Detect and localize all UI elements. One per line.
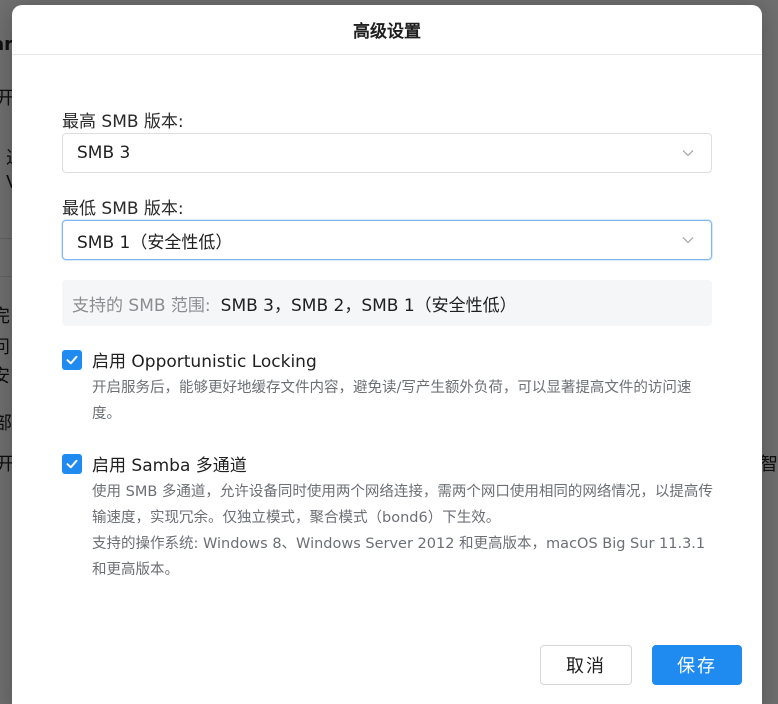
cancel-button[interactable]: 取消 (540, 645, 632, 685)
max-smb-version-label: 最高 SMB 版本: (62, 112, 184, 132)
min-smb-version-value: SMB 1（安全性低） (77, 232, 233, 253)
description-text: 使用 SMB 多通道，允许设备同时使用两个网络连接，需两个网口使用相同的网络情况… (92, 484, 713, 526)
max-smb-version-value: SMB 3 (77, 143, 131, 163)
chevron-down-icon (682, 150, 694, 157)
min-smb-version-select[interactable]: SMB 1（安全性低） (62, 220, 712, 260)
advanced-settings-dialog: 高级设置 最高 SMB 版本: SMB 3 最低 SMB 版本: SMB 1（安… (12, 5, 762, 704)
description-text: 支持的操作系统: Windows 8、Windows Server 2012 和… (92, 536, 706, 578)
max-smb-version-select[interactable]: SMB 3 (62, 133, 712, 173)
samba-multichannel-checkbox[interactable] (62, 453, 82, 474)
smb-range-label: 支持的 SMB 范围: (72, 295, 211, 316)
oplocks-description: 开启服务后，能够更好地缓存文件内容，避免读/写产生额外负荷，可以显著提高文件的访… (92, 375, 717, 427)
description-text: 开启服务后，能够更好地缓存文件内容，避免读/写产生额外负荷，可以显著提高文件的访… (92, 380, 692, 422)
min-smb-version-label: 最低 SMB 版本: (62, 199, 184, 219)
oplocks-label: 启用 Opportunistic Locking (92, 352, 317, 372)
smb-range-info: 支持的 SMB 范围: SMB 3，SMB 2，SMB 1（安全性低） (62, 280, 712, 326)
oplocks-option: 启用 Opportunistic Locking (62, 347, 317, 372)
checkmark-icon (66, 459, 78, 468)
samba-multichannel-option: 启用 Samba 多通道 (62, 451, 247, 476)
samba-multichannel-description: 使用 SMB 多通道，允许设备同时使用两个网络连接，需两个网口使用相同的网络情况… (92, 479, 717, 583)
chevron-down-icon (682, 237, 694, 244)
oplocks-checkbox[interactable] (62, 349, 82, 370)
dialog-title: 高级设置 (353, 22, 421, 42)
samba-multichannel-label: 启用 Samba 多通道 (92, 456, 247, 476)
checkmark-icon (66, 355, 78, 364)
dialog-header: 高级设置 (12, 5, 762, 55)
smb-range-value: SMB 3，SMB 2，SMB 1（安全性低） (220, 295, 517, 316)
save-button[interactable]: 保存 (652, 645, 742, 685)
